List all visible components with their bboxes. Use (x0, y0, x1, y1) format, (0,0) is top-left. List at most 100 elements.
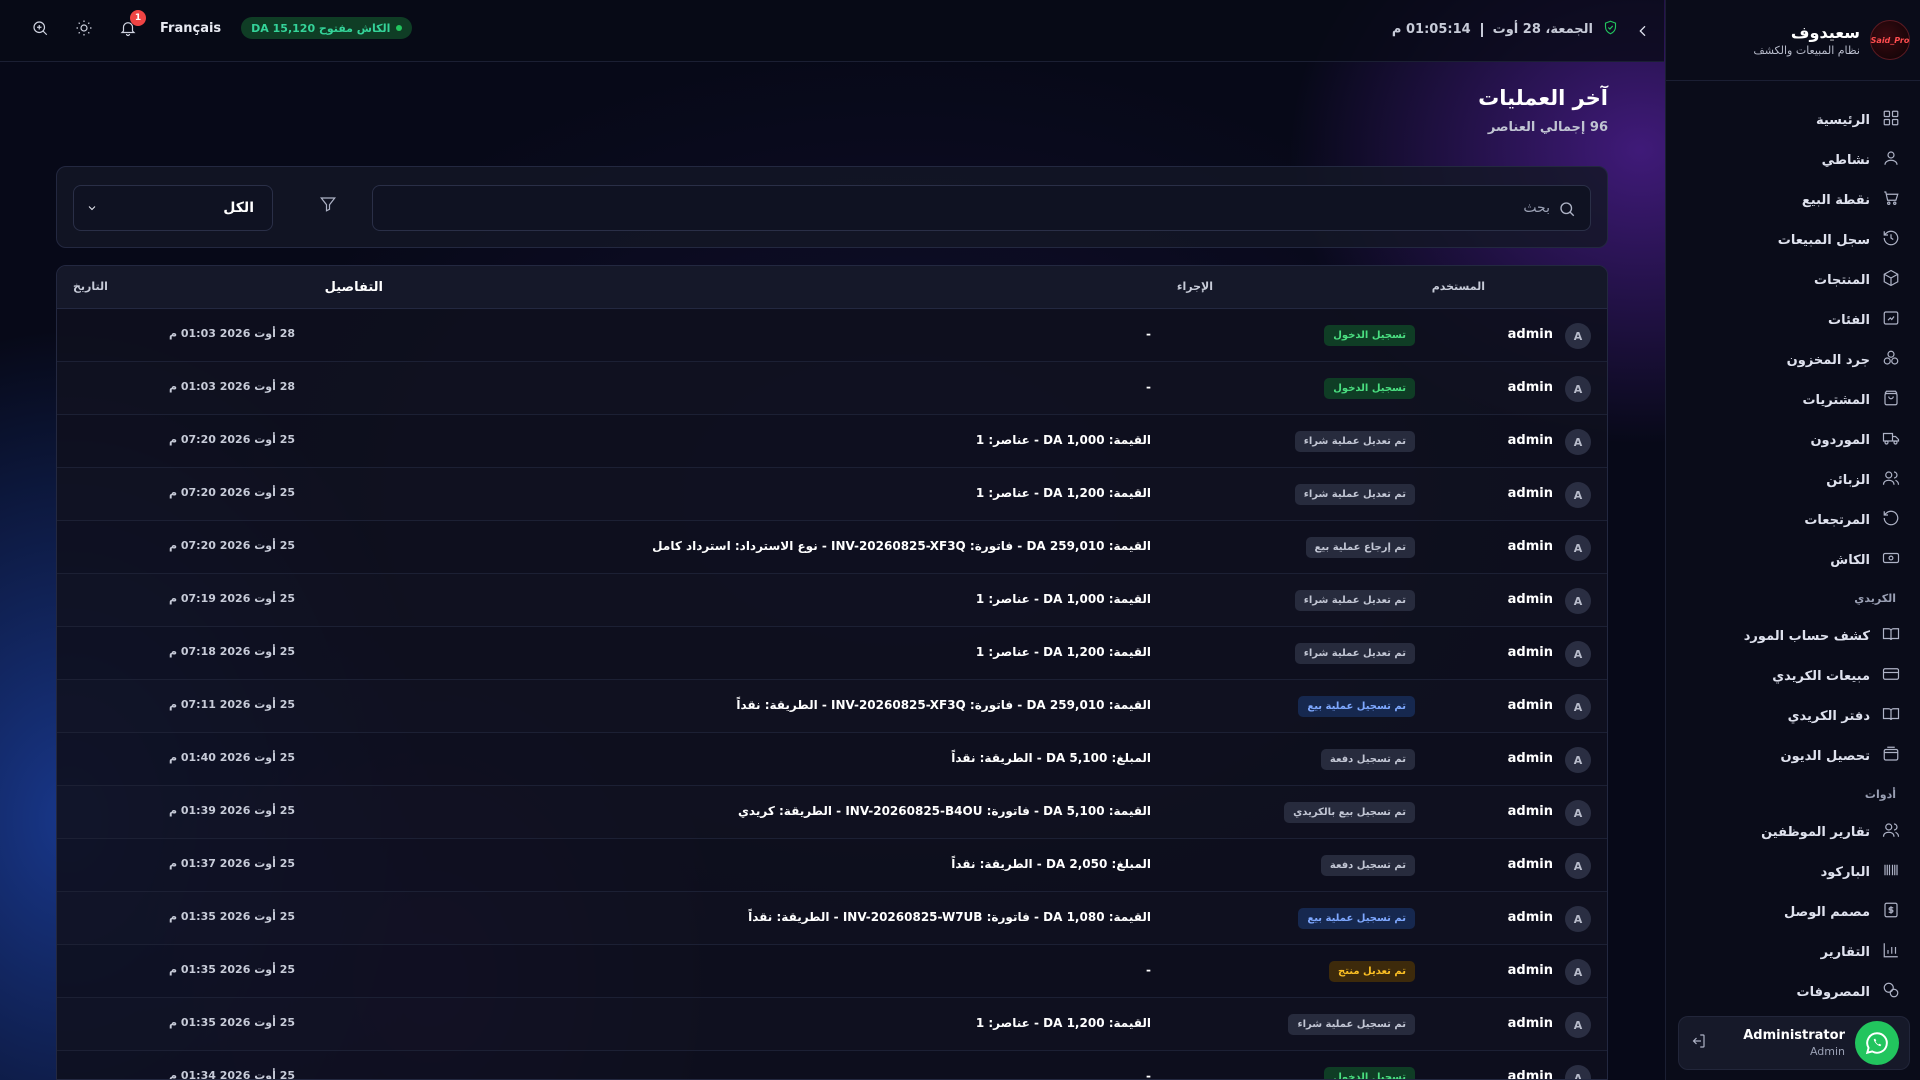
sidebar-item-sales-history[interactable]: سجل المبيعات (1666, 220, 1920, 260)
sidebar-item-cash[interactable]: الكاش (1666, 540, 1920, 580)
notification-badge: 1 (130, 10, 146, 26)
row-details: القيمة: DA 5,100 - فاتورة: INV-20260825-… (737, 804, 1151, 818)
action-filter-select[interactable]: الكل (73, 185, 273, 231)
return-icon (1882, 509, 1900, 531)
topbar: الجمعة، 28 أوت 01:05:14 م 1 Français الك… (0, 0, 1664, 62)
shield-check-icon (1603, 20, 1618, 39)
avatar: A (1565, 906, 1591, 932)
row-date: 25 أوت 2026 07:11 م (168, 698, 295, 711)
sidebar-item-reports[interactable]: التقارير (1666, 932, 1920, 972)
search-icon (1560, 202, 1575, 217)
action-badge: تم تسجيل دفعة (1320, 855, 1415, 876)
table-row[interactable]: Aadmin تسجيل الدخول - 25 أوت 2026 01:34 م (57, 1051, 1607, 1079)
users-icon (1882, 821, 1900, 843)
search-box (372, 185, 1591, 231)
avatar: A (1565, 1012, 1591, 1038)
profile-name: Administrator (1743, 1028, 1845, 1043)
sidebar-item-returns[interactable]: المرتجعات (1666, 500, 1920, 540)
column-user[interactable]: المستخدم (1432, 280, 1485, 293)
cart-icon (1882, 189, 1900, 211)
sidebar-item-inventory[interactable]: جرد المخزون (1666, 340, 1920, 380)
table-row[interactable]: Aadmin تسجيل الدخول - 28 أوت 2026 01:03 م (57, 362, 1607, 415)
table-row[interactable]: Aadmin تم تسجيل عملية بيع القيمة: DA 259,0… (57, 680, 1607, 733)
folder-icon (1882, 309, 1900, 331)
sidebar-item-supplier-statement[interactable]: كشف حساب المورد (1666, 616, 1920, 656)
sidebar-item-home[interactable]: الرئيسية (1666, 100, 1920, 140)
table-row[interactable]: Aadmin تم تعديل عملية شراء القيمة: DA 1,20… (57, 468, 1607, 521)
sidebar-item-receipt-designer[interactable]: مصمم الوصل (1666, 892, 1920, 932)
sidebar-item-debt-collection[interactable]: تحصيل الديون (1666, 736, 1920, 776)
table-row[interactable]: Aadmin تم تسجيل عملية بيع القيمة: DA 1,080… (57, 892, 1607, 945)
sidebar-item-credit-ledger[interactable]: دفتر الكريدي (1666, 696, 1920, 736)
sidebar-item-purchases[interactable]: المشتريات (1666, 380, 1920, 420)
row-user: admin (1507, 486, 1553, 501)
table-header: المستخدم الإجراء التفاصيل التاريخ (57, 266, 1607, 309)
sidebar-item-customers[interactable]: الزبائن (1666, 460, 1920, 500)
logout-icon[interactable] (1689, 1032, 1707, 1054)
column-details[interactable]: التفاصيل (325, 280, 383, 295)
box-icon (1882, 269, 1900, 291)
brand-subtitle: نظام المبيعات والكشف (1753, 44, 1860, 57)
table-row[interactable]: Aadmin تم إرجاع عملية بيع القيمة: DA 259,0… (57, 521, 1607, 574)
row-user: admin (1507, 698, 1553, 713)
page-title: آخر العمليات (1478, 86, 1608, 110)
row-date: 25 أوت 2026 01:37 م (168, 857, 295, 870)
search-input[interactable] (383, 186, 1550, 230)
row-user: admin (1507, 539, 1553, 554)
action-badge: تم تسجيل عملية شراء (1288, 1014, 1415, 1035)
sidebar-item-barcode[interactable]: الباركود (1666, 852, 1920, 892)
sidebar-item-employee-reports[interactable]: تقارير الموظفين (1666, 812, 1920, 852)
brand[interactable]: Said_Pro سعيدوف نظام المبيعات والكشف (1676, 14, 1910, 66)
table-row[interactable]: Aadmin تم تسجيل دفعة المبلغ: DA 2,050 - ال… (57, 839, 1607, 892)
status-dot-icon (396, 25, 403, 31)
total-items-count: 96 إجمالي العناصر (1487, 120, 1608, 135)
whatsapp-icon[interactable] (1855, 1021, 1899, 1065)
action-badge: تم تعديل عملية شراء (1294, 643, 1415, 664)
sidebar-item-suppliers[interactable]: الموردون (1666, 420, 1920, 460)
avatar: A (1565, 482, 1591, 508)
row-user: admin (1507, 910, 1553, 925)
sidebar-item-my-activity[interactable]: نشاطي (1666, 140, 1920, 180)
zoom-in-icon (33, 21, 48, 36)
column-date[interactable]: التاريخ (73, 280, 108, 293)
table-row[interactable]: Aadmin تم تسجيل عملية شراء القيمة: DA 1,20… (57, 998, 1607, 1051)
user-profile-card[interactable]: Administrator Admin (1678, 1016, 1910, 1070)
avatar: A (1565, 641, 1591, 667)
sidebar-item-products[interactable]: المنتجات (1666, 260, 1920, 300)
zoom-in-button[interactable] (28, 16, 52, 40)
cashier-status-badge[interactable]: الكاش مفتوح DA 15,120 (241, 17, 413, 39)
boxes-icon (1882, 349, 1900, 371)
barcode-icon (1882, 861, 1900, 883)
sidebar-item-expenses[interactable]: المصروفات (1666, 972, 1920, 1012)
language-switch[interactable]: Français (160, 21, 221, 36)
row-details: المبلغ: DA 5,100 - الطريقة: نقداً (951, 751, 1151, 765)
sidebar-item-pos[interactable]: نقطة البيع (1666, 180, 1920, 220)
theme-toggle-button[interactable] (72, 16, 96, 40)
table-row[interactable]: Aadmin تسجيل الدخول - 28 أوت 2026 01:03 م (57, 309, 1607, 362)
avatar: A (1565, 429, 1591, 455)
row-date: 25 أوت 2026 07:19 م (168, 592, 295, 605)
table-row[interactable]: Aadmin تم تسجيل بيع بالكريدي القيمة: DA 5,… (57, 786, 1607, 839)
avatar: A (1565, 535, 1591, 561)
table-row[interactable]: Aadmin تم تعديل عملية شراء القيمة: DA 1,00… (57, 574, 1607, 627)
column-action[interactable]: الإجراء (1177, 280, 1213, 293)
row-details: القيمة: DA 1,200 - عناصر: 1 (975, 1016, 1151, 1030)
avatar: A (1565, 1065, 1591, 1079)
sidebar-item-categories[interactable]: الفئات (1666, 300, 1920, 340)
table-row[interactable]: Aadmin تم تعديل منتج - 25 أوت 2026 01:35 م (57, 945, 1607, 998)
table-row[interactable]: Aadmin تم تعديل عملية شراء القيمة: DA 1,20… (57, 627, 1607, 680)
filter-icon[interactable] (315, 195, 337, 217)
table-row[interactable]: Aadmin تم تسجيل دفعة المبلغ: DA 5,100 - ال… (57, 733, 1607, 786)
profile-role: Admin (1809, 1045, 1845, 1058)
notifications-button[interactable]: 1 (116, 10, 146, 40)
table-row[interactable]: Aadmin تم تعديل عملية شراء القيمة: DA 1,00… (57, 415, 1607, 468)
avatar: A (1565, 747, 1591, 773)
row-user: admin (1507, 751, 1553, 766)
action-badge: تم تعديل عملية شراء (1294, 484, 1415, 505)
book-icon (1882, 705, 1900, 727)
collapse-sidebar-button[interactable] (1632, 20, 1654, 42)
row-details: - (1146, 963, 1151, 977)
sidebar-item-credit-sales[interactable]: مبيعات الكريدي (1666, 656, 1920, 696)
row-details: القيمة: DA 1,000 - عناصر: 1 (975, 433, 1151, 447)
action-badge: تم تعديل منتج (1329, 961, 1415, 982)
